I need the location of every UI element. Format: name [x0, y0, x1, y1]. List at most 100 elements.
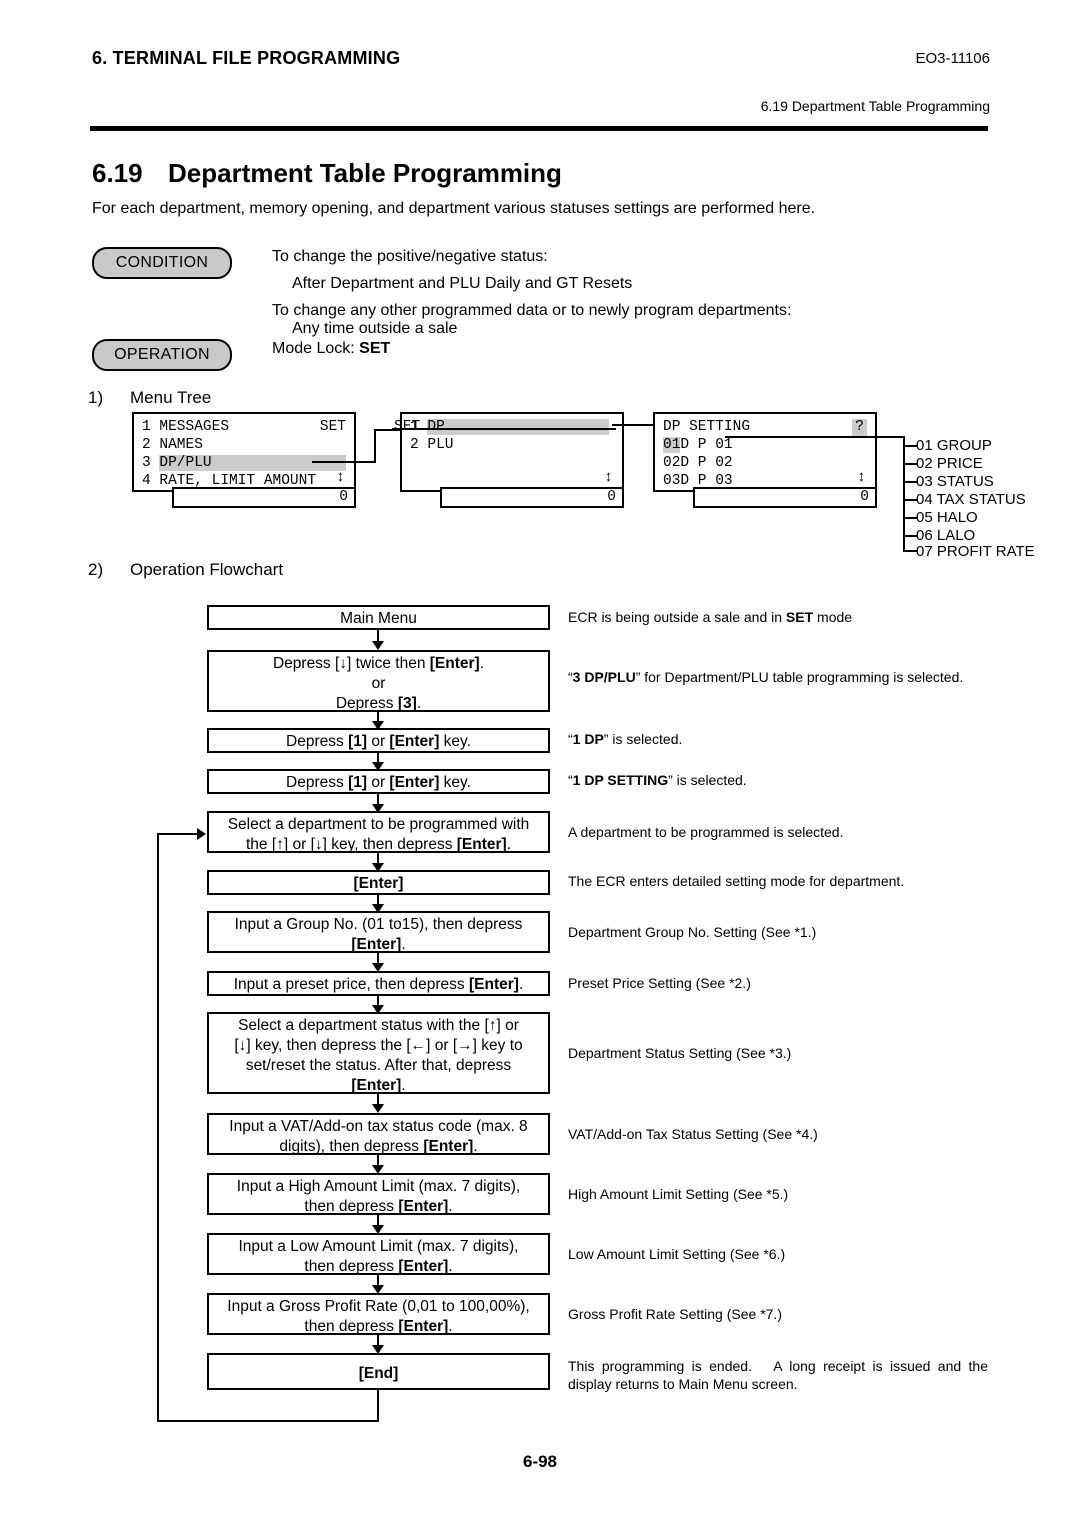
- lcd3-row2-text: D P 02: [680, 455, 733, 471]
- loop-line-down: [377, 1390, 379, 1422]
- flow-box-line: Select a department to be programmed wit…: [227, 816, 530, 833]
- flow-box-gross-profit-rate: Input a Gross Profit Rate (0,01 to 100,0…: [207, 1293, 550, 1335]
- page-title: Department Table Programming: [168, 158, 562, 188]
- lcd-screen-dp-plu[interactable]: 1 DP SET 2 PLU ↕: [392, 412, 624, 492]
- flow-note-department-status: Department Status Setting (See *3.): [568, 1045, 792, 1061]
- lcd2-row2-num: 2: [410, 437, 419, 453]
- up-down-arrow-icon[interactable]: ↕: [857, 470, 866, 485]
- up-down-arrow-icon[interactable]: ↕: [604, 470, 613, 485]
- flow-box-line: digits), then depress [Enter].: [279, 1138, 478, 1155]
- lcd-screen-main-menu[interactable]: 1 MESSAGES SET 2 NAMES 3 DP/PLU 4 RATE, …: [132, 412, 356, 492]
- lcd-screen-dp-setting[interactable]: DP SETTING ? 01D P 01 02D P 02 03D P 03 …: [653, 412, 877, 492]
- flow-box-line: then depress [Enter].: [304, 1318, 453, 1335]
- mode-lock-value: SET: [359, 340, 391, 357]
- settings-tick-7: [903, 550, 917, 552]
- flow-box-line: [↓] key, then depress the [←] or [→] key…: [234, 1037, 523, 1054]
- setting-item-profit-rate: 07 PROFIT RATE: [916, 543, 1035, 560]
- lcd3-row-2[interactable]: 02D P 02: [663, 455, 733, 472]
- lcd3-row3-num: 03: [663, 473, 681, 489]
- lcd3-row-1[interactable]: 01D P 01: [663, 437, 733, 454]
- condition-line-2: After Department and PLU Daily and GT Re…: [292, 275, 633, 292]
- lcd3-row1-num-selected: 01: [663, 437, 681, 453]
- settings-spine: [903, 436, 905, 550]
- loop-arrow-head: [197, 828, 206, 840]
- flow-box-line: Input a preset price, then depress [Ente…: [233, 976, 524, 993]
- lcd3-row1-text: D P 01: [680, 437, 733, 453]
- setting-item-tax-status: 04 TAX STATUS: [916, 491, 1026, 508]
- flowchart-number: 2): [88, 560, 104, 579]
- flow-box-preset-price: Input a preset price, then depress [Ente…: [207, 971, 550, 996]
- flow-box-line: Depress [1] or [Enter] key.: [286, 733, 471, 750]
- mode-lock-label: Mode Lock:: [272, 340, 360, 357]
- flow-box-line: [Enter].: [351, 936, 406, 953]
- lcd1-row1-num: 1: [142, 419, 151, 435]
- flow-note-high-amount-limit: High Amount Limit Setting (See *5.): [568, 1186, 789, 1202]
- flow-box-line: the [↑] or [↓] key, then depress [Enter]…: [245, 836, 512, 853]
- flow-note-group-no: Department Group No. Setting (See *1.): [568, 924, 817, 940]
- lcd1-row-2[interactable]: 2 NAMES: [142, 437, 203, 454]
- flow-box-end: [End]: [207, 1353, 550, 1390]
- flow-box-line: Input a Group No. (01 to15), then depres…: [234, 916, 523, 933]
- condition-badge: CONDITION: [92, 247, 232, 279]
- flow-box-line: then depress [Enter].: [304, 1258, 453, 1275]
- lcd1-row-1[interactable]: 1 MESSAGES: [142, 419, 229, 436]
- lcd1-row-3[interactable]: 3 DP/PLU: [142, 455, 346, 472]
- flow-note-dp-setting: “1 DP SETTING” is selected.: [568, 772, 747, 788]
- up-down-arrow-icon[interactable]: ↕: [336, 470, 345, 485]
- lcd1-row3-num: 3: [142, 455, 151, 471]
- mode-lock-line: Mode Lock: SET: [272, 340, 390, 358]
- chapter-title: 6. TERMINAL FILE PROGRAMMING: [92, 48, 401, 68]
- flow-box-select-department: Select a department to be programmed wit…: [207, 811, 550, 853]
- settings-tick-5: [903, 517, 917, 519]
- flow-box-depress-1-enter-a: Depress [1] or [Enter] key.: [207, 728, 550, 753]
- page-number: 6-98: [522, 1452, 558, 1471]
- flow-note-1dp: “1 DP” is selected.: [568, 731, 683, 747]
- flow-box-line: Input a VAT/Add-on tax status code (max.…: [229, 1118, 528, 1135]
- flow-box-line: or: [371, 675, 386, 692]
- lcd1-row2-num: 2: [142, 437, 151, 453]
- settings-tick-1: [903, 445, 917, 447]
- flow-box-line: [Enter]: [353, 875, 404, 892]
- lcd1-row1-text: MESSAGES: [159, 419, 230, 435]
- lcd1-mode-set: SET: [319, 419, 346, 435]
- flow-box-line: [End]: [358, 1365, 399, 1382]
- lcd2-footer: 0: [440, 487, 624, 508]
- loop-line-left: [157, 833, 159, 1422]
- flow-box-main-menu: Main Menu: [207, 605, 550, 630]
- lcd2-row-2[interactable]: 2 PLU: [410, 437, 454, 454]
- arrow-head-1: [372, 641, 384, 650]
- settings-tick-3: [903, 481, 917, 483]
- flow-box-tax-status: Input a VAT/Add-on tax status code (max.…: [207, 1113, 550, 1155]
- flow-box-line: Input a Gross Profit Rate (0,01 to 100,0…: [227, 1298, 530, 1315]
- setting-item-halo: 05 HALO: [916, 509, 978, 526]
- flow-box-line: then depress [Enter].: [304, 1198, 453, 1215]
- running-head: 6.19 Department Table Programming: [760, 98, 990, 114]
- settings-tick-2: [903, 463, 917, 465]
- flow-box-line: Depress [3].: [335, 695, 422, 712]
- flow-note-select-department: A department to be programmed is selecte…: [568, 824, 844, 840]
- setting-item-price: 02 PRICE: [916, 455, 983, 472]
- loop-line-top: [157, 833, 201, 835]
- flow-box-enter: [Enter]: [207, 870, 550, 895]
- flow-note-main-menu: ECR is being outside a sale and in SET m…: [568, 609, 853, 625]
- condition-line-4: Any time outside a sale: [292, 320, 458, 337]
- lcd1-row2-text: NAMES: [159, 437, 203, 453]
- flow-box-low-amount-limit: Input a Low Amount Limit (max. 7 digits)…: [207, 1233, 550, 1275]
- section-number: 6.19: [92, 158, 143, 188]
- flow-box-line: set/reset the status. After that, depres…: [245, 1057, 512, 1074]
- lcd3-title: DP SETTING: [663, 419, 751, 435]
- flow-box-line: Input a High Amount Limit (max. 7 digits…: [236, 1178, 521, 1195]
- setting-item-lalo: 06 LALO: [916, 527, 976, 544]
- flow-box-high-amount-limit: Input a High Amount Limit (max. 7 digits…: [207, 1173, 550, 1215]
- settings-tick-6: [903, 535, 917, 537]
- lcd1-row3-text-selected: DP/PLU: [159, 455, 346, 471]
- flow-box-line: Input a Low Amount Limit (max. 7 digits)…: [238, 1238, 519, 1255]
- condition-line-3: To change any other programmed data or t…: [272, 302, 792, 319]
- flow-note-tax-status: VAT/Add-on Tax Status Setting (See *4.): [568, 1126, 818, 1142]
- flow-box-line: Depress [1] or [Enter] key.: [286, 774, 471, 791]
- flowchart-label: Operation Flowchart: [130, 560, 284, 579]
- menu-tree-number: 1): [88, 388, 104, 407]
- connector-1-v: [374, 429, 376, 463]
- help-icon[interactable]: ?: [852, 419, 867, 436]
- setting-item-group: 01 GROUP: [916, 437, 992, 454]
